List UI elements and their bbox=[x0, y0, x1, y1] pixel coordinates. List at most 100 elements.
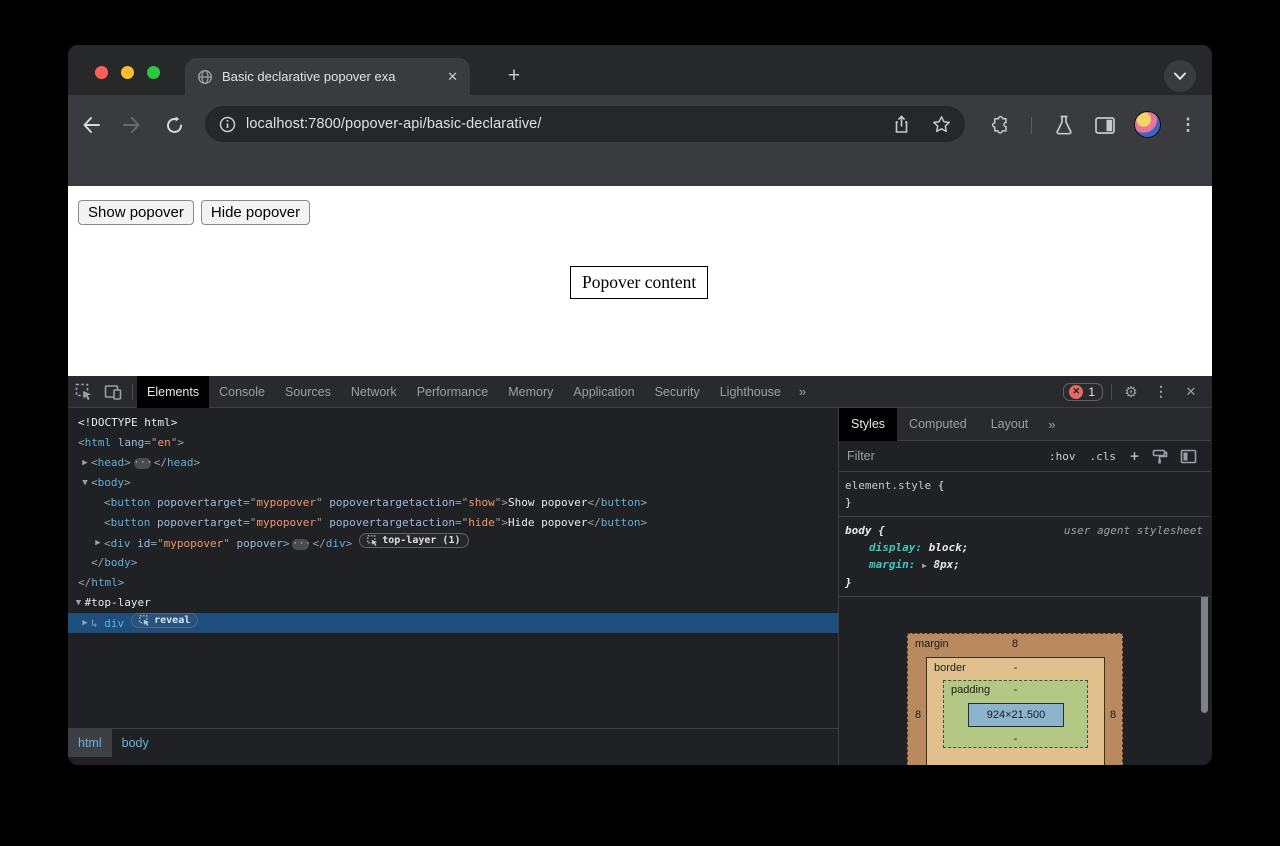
browser-menu-button[interactable]: ⋮ bbox=[1174, 111, 1202, 139]
css-property-margin[interactable]: margin: ▶ 8px; bbox=[845, 556, 1203, 574]
tab-application[interactable]: Application bbox=[563, 376, 644, 408]
disclosure-right-icon[interactable]: ▶ bbox=[92, 533, 104, 553]
close-window-button[interactable] bbox=[95, 66, 108, 79]
code-segment: > bbox=[641, 496, 648, 509]
devtools-close-button[interactable]: ✕ bbox=[1176, 376, 1206, 408]
browser-tab[interactable]: Basic declarative popover exa ✕ bbox=[185, 58, 470, 95]
tab-layout[interactable]: Layout bbox=[979, 408, 1041, 441]
breadcrumb-body[interactable]: body bbox=[112, 729, 159, 757]
breadcrumb-html[interactable]: html bbox=[68, 729, 112, 757]
extensions-button[interactable] bbox=[987, 111, 1015, 139]
styles-filter-input[interactable]: Filter bbox=[847, 449, 1042, 463]
tab-search-button[interactable] bbox=[1164, 60, 1196, 92]
code-segment: =" bbox=[243, 496, 256, 509]
disclosure-right-icon[interactable]: ▶ bbox=[79, 613, 91, 633]
tab-performance[interactable]: Performance bbox=[407, 376, 499, 408]
tree-row[interactable]: ▶<div id="mypopover" popover>···</div>to… bbox=[68, 533, 838, 553]
forward-button[interactable] bbox=[119, 112, 145, 138]
tab-title: Basic declarative popover exa bbox=[222, 69, 441, 84]
styles-scrollbar[interactable] bbox=[1201, 597, 1208, 713]
disclosure-right-icon[interactable]: ▶ bbox=[79, 453, 91, 473]
code-segment: " bbox=[316, 496, 323, 509]
bookmark-star-icon[interactable] bbox=[932, 115, 951, 133]
show-popover-button[interactable]: Show popover bbox=[78, 200, 194, 225]
back-button[interactable] bbox=[78, 112, 104, 138]
hide-popover-button[interactable]: Hide popover bbox=[201, 200, 310, 225]
selector-element-style[interactable]: element.style bbox=[845, 479, 931, 492]
site-info-icon[interactable] bbox=[219, 116, 236, 133]
margin-right-value[interactable]: 8 bbox=[1105, 707, 1121, 723]
tree-row[interactable]: ▶↳ divreveal bbox=[68, 613, 838, 633]
tab-lighthouse[interactable]: Lighthouse bbox=[710, 376, 791, 408]
web-page: Show popover Hide popover Popover conten… bbox=[68, 186, 1212, 376]
panel-left-icon bbox=[1180, 449, 1197, 464]
error-count-badge[interactable]: ✕ 1 bbox=[1063, 383, 1103, 401]
tab-elements[interactable]: Elements bbox=[137, 376, 209, 408]
code-segment: > bbox=[118, 576, 125, 589]
box-model-content[interactable]: 924×21.500 bbox=[968, 703, 1064, 727]
expand-shorthand-icon[interactable]: ▶ bbox=[922, 561, 927, 570]
padding-bottom-value[interactable]: - bbox=[944, 733, 1087, 745]
reload-icon bbox=[165, 116, 184, 135]
side-panel-icon bbox=[1095, 117, 1115, 134]
tab-styles[interactable]: Styles bbox=[839, 408, 897, 441]
experiments-button[interactable] bbox=[1050, 111, 1078, 139]
box-model-border[interactable]: border - padding - - 924×21.500 bbox=[926, 657, 1105, 765]
devtools-menu-button[interactable]: ⋮ bbox=[1146, 376, 1176, 408]
device-toolbar-button[interactable] bbox=[98, 376, 128, 408]
toggle-cls-button[interactable]: .cls bbox=[1089, 450, 1116, 463]
tree-row[interactable]: </body> bbox=[68, 553, 838, 573]
zoom-window-button[interactable] bbox=[147, 66, 160, 79]
devtools-panel: Elements Console Sources Network Perform… bbox=[68, 376, 1212, 765]
minimize-window-button[interactable] bbox=[121, 66, 134, 79]
new-tab-button[interactable]: + bbox=[498, 60, 530, 92]
tab-close-icon[interactable]: ✕ bbox=[447, 69, 458, 85]
new-style-rule-button[interactable]: + bbox=[1130, 447, 1139, 465]
tree-row[interactable]: ▶<head>···</head> bbox=[68, 453, 838, 473]
more-tabs-button[interactable]: » bbox=[791, 384, 814, 399]
disclosure-down-icon[interactable]: ▼ bbox=[79, 473, 91, 493]
box-model-margin[interactable]: margin 8 8 - - - - 8 border - padding bbox=[907, 633, 1123, 765]
tab-console[interactable]: Console bbox=[209, 376, 275, 408]
box-model-padding[interactable]: padding - - 924×21.500 bbox=[943, 680, 1088, 748]
tab-sources[interactable]: Sources bbox=[275, 376, 341, 408]
code-segment: =" bbox=[243, 516, 256, 529]
tab-computed[interactable]: Computed bbox=[897, 408, 979, 441]
inspect-element-button[interactable] bbox=[68, 376, 98, 408]
side-panel-button[interactable] bbox=[1091, 111, 1119, 139]
tab-network[interactable]: Network bbox=[341, 376, 407, 408]
tree-row[interactable]: </html> bbox=[68, 573, 838, 593]
code-segment: lang bbox=[111, 436, 144, 449]
code-segment: </ bbox=[312, 537, 325, 550]
more-sidebar-tabs-button[interactable]: » bbox=[1040, 417, 1063, 432]
selector-body[interactable]: body bbox=[845, 524, 872, 537]
tree-row[interactable]: <button popovertarget="mypopover" popove… bbox=[68, 493, 838, 513]
ellipsis-expand-button[interactable]: ··· bbox=[292, 539, 309, 550]
tree-row[interactable]: <!DOCTYPE html> bbox=[68, 413, 838, 433]
share-icon[interactable] bbox=[893, 115, 910, 134]
body-rule[interactable]: user agent stylesheet body { display: bl… bbox=[839, 517, 1211, 597]
element-style-rule[interactable]: element.style { } bbox=[839, 472, 1211, 517]
tree-row[interactable]: <html lang="en"> bbox=[68, 433, 838, 453]
tab-memory[interactable]: Memory bbox=[498, 376, 563, 408]
margin-left-value[interactable]: 8 bbox=[910, 707, 926, 723]
css-property-display[interactable]: display: block; bbox=[845, 539, 1203, 556]
reload-button[interactable] bbox=[161, 112, 187, 138]
toggle-hov-button[interactable]: :hov bbox=[1049, 450, 1076, 463]
traffic-lights bbox=[95, 66, 160, 79]
margin-top-value[interactable]: 8 bbox=[908, 638, 1122, 650]
border-top-value[interactable]: - bbox=[927, 662, 1104, 674]
tab-security[interactable]: Security bbox=[645, 376, 710, 408]
padding-top-value[interactable]: - bbox=[944, 684, 1087, 696]
element-badge[interactable]: reveal bbox=[131, 613, 198, 628]
tree-row[interactable]: ▼<body> bbox=[68, 473, 838, 493]
disclosure-down-icon[interactable]: ▼ bbox=[73, 593, 85, 613]
url-bar[interactable]: localhost:7800/popover-api/basic-declara… bbox=[205, 106, 965, 142]
url-text[interactable]: localhost:7800/popover-api/basic-declara… bbox=[246, 116, 893, 132]
devtools-settings-button[interactable]: ⚙ bbox=[1116, 376, 1146, 408]
dock-sidebar-button[interactable] bbox=[1180, 449, 1197, 464]
element-badge[interactable]: top-layer (1) bbox=[359, 533, 468, 548]
profile-avatar[interactable] bbox=[1134, 111, 1161, 138]
rendering-emulation-button[interactable] bbox=[1152, 449, 1168, 464]
ellipsis-expand-button[interactable]: ··· bbox=[134, 458, 151, 469]
